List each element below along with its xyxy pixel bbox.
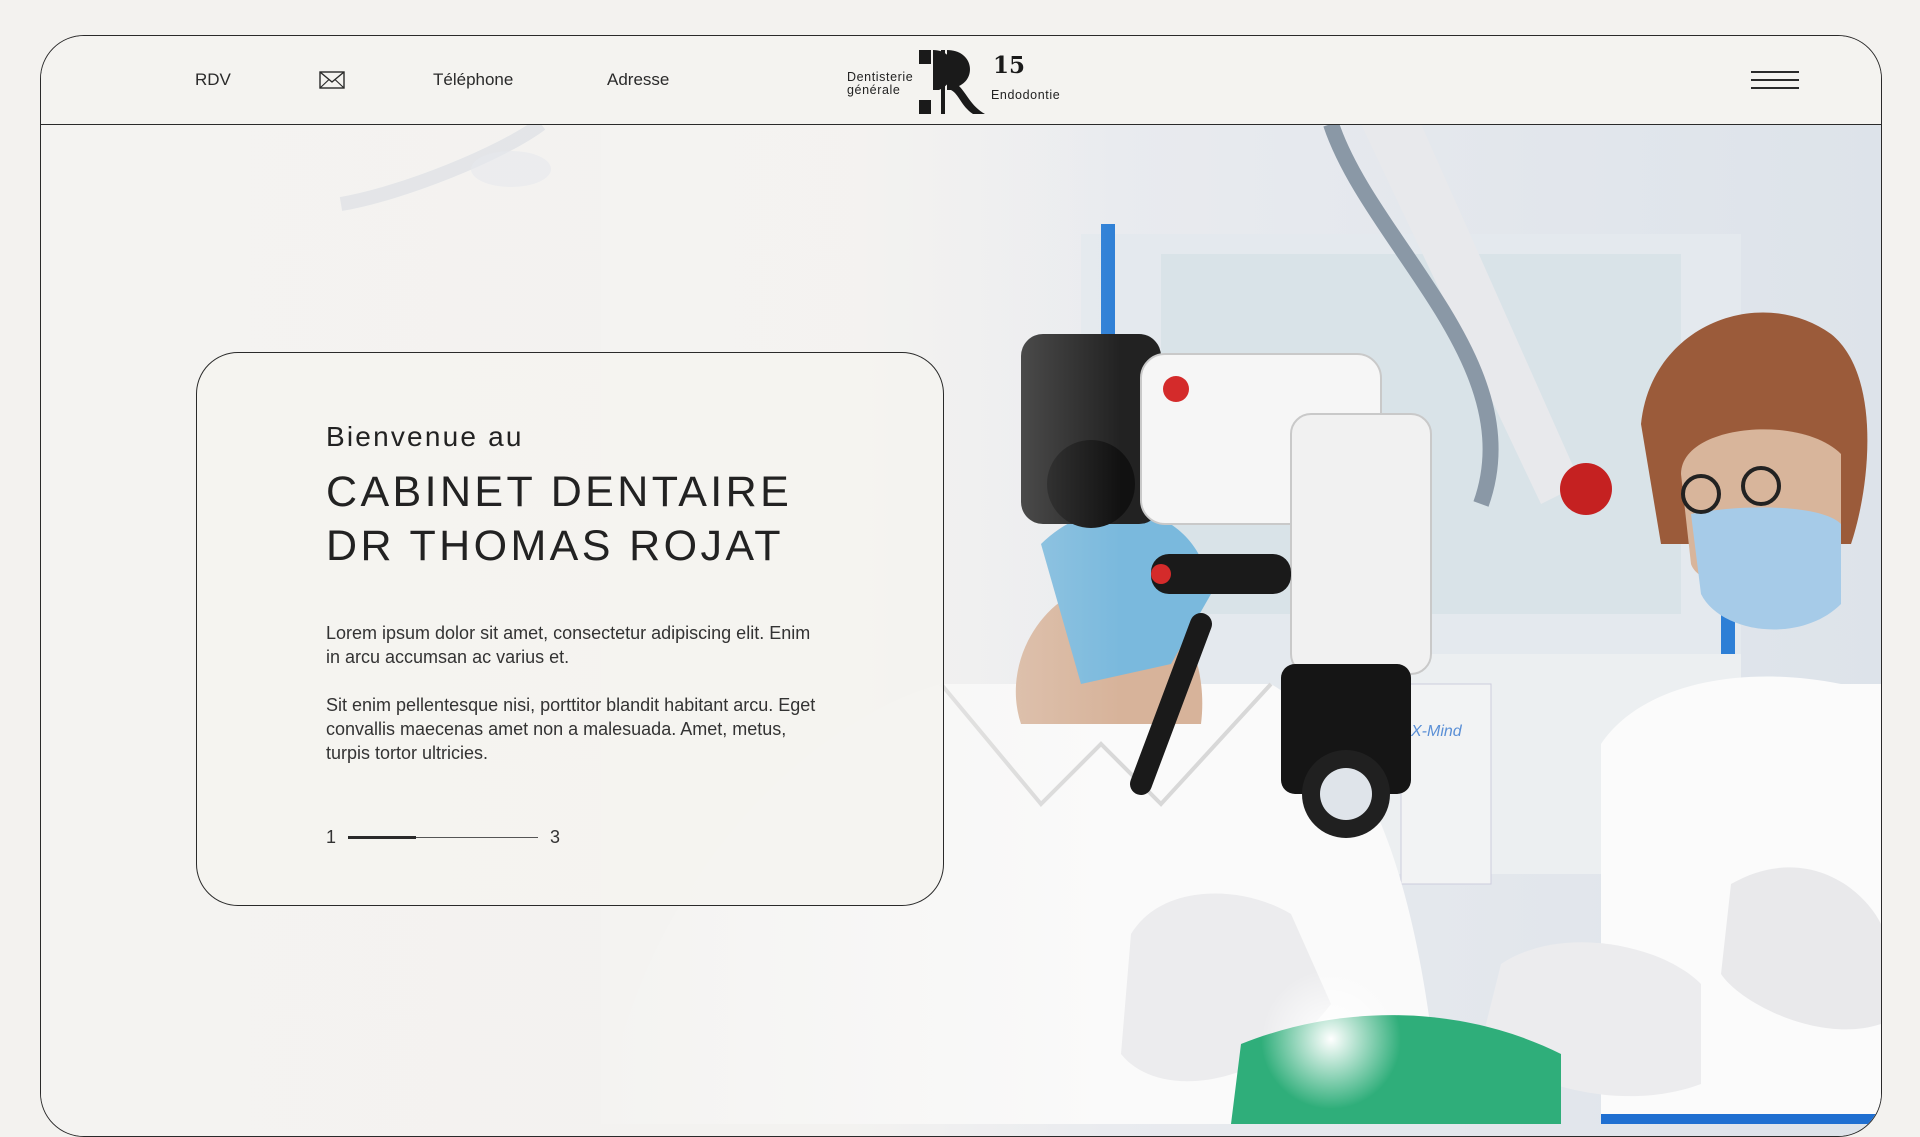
nav-rdv-link[interactable]: RDV <box>195 36 231 124</box>
page-title: CABINET DENTAIRE DR THOMAS ROJAT <box>326 465 792 573</box>
pager-track[interactable] <box>348 835 539 839</box>
pager-total: 3 <box>550 826 561 847</box>
nav-adresse-link[interactable]: Adresse <box>607 36 669 124</box>
logo-monogram <box>919 50 985 114</box>
hero-section: X-Mind Bienvenue au CABINET DENTAIRE DR … <box>41 124 1881 1136</box>
page-frame: RDV Téléphone Adresse Dentisterie généra… <box>40 35 1882 1137</box>
logo-generale: générale <box>847 83 901 97</box>
photo-brand-label: X-Mind <box>1410 723 1463 740</box>
pager-current: 1 <box>326 826 337 847</box>
mail-icon[interactable] <box>319 36 345 124</box>
hamburger-menu-icon[interactable] <box>1751 69 1799 91</box>
nav-telephone-link[interactable]: Téléphone <box>433 36 513 124</box>
logo-left-text: Dentisterie générale <box>847 71 913 97</box>
site-logo[interactable]: Dentisterie générale 15 Endodontie <box>847 42 1087 118</box>
welcome-eyebrow: Bienvenue au <box>326 421 524 452</box>
logo-endodontie: Endodontie <box>991 88 1061 102</box>
page-title-line2: DR THOMAS ROJAT <box>326 522 784 570</box>
page-title-line1: CABINET DENTAIRE <box>326 468 793 516</box>
intro-paragraph-2: Sit enim pellentesque nisi, porttitor bl… <box>326 695 816 763</box>
slide-pager[interactable]: 1 3 <box>326 825 560 849</box>
pager-progress <box>348 835 417 839</box>
welcome-card: Bienvenue au CABINET DENTAIRE DR THOMAS … <box>196 352 944 906</box>
intro-paragraph-1: Lorem ipsum dolor sit amet, consectetur … <box>326 623 811 667</box>
logo-number: 15 <box>993 52 1026 79</box>
site-header: RDV Téléphone Adresse Dentisterie généra… <box>41 36 1881 125</box>
